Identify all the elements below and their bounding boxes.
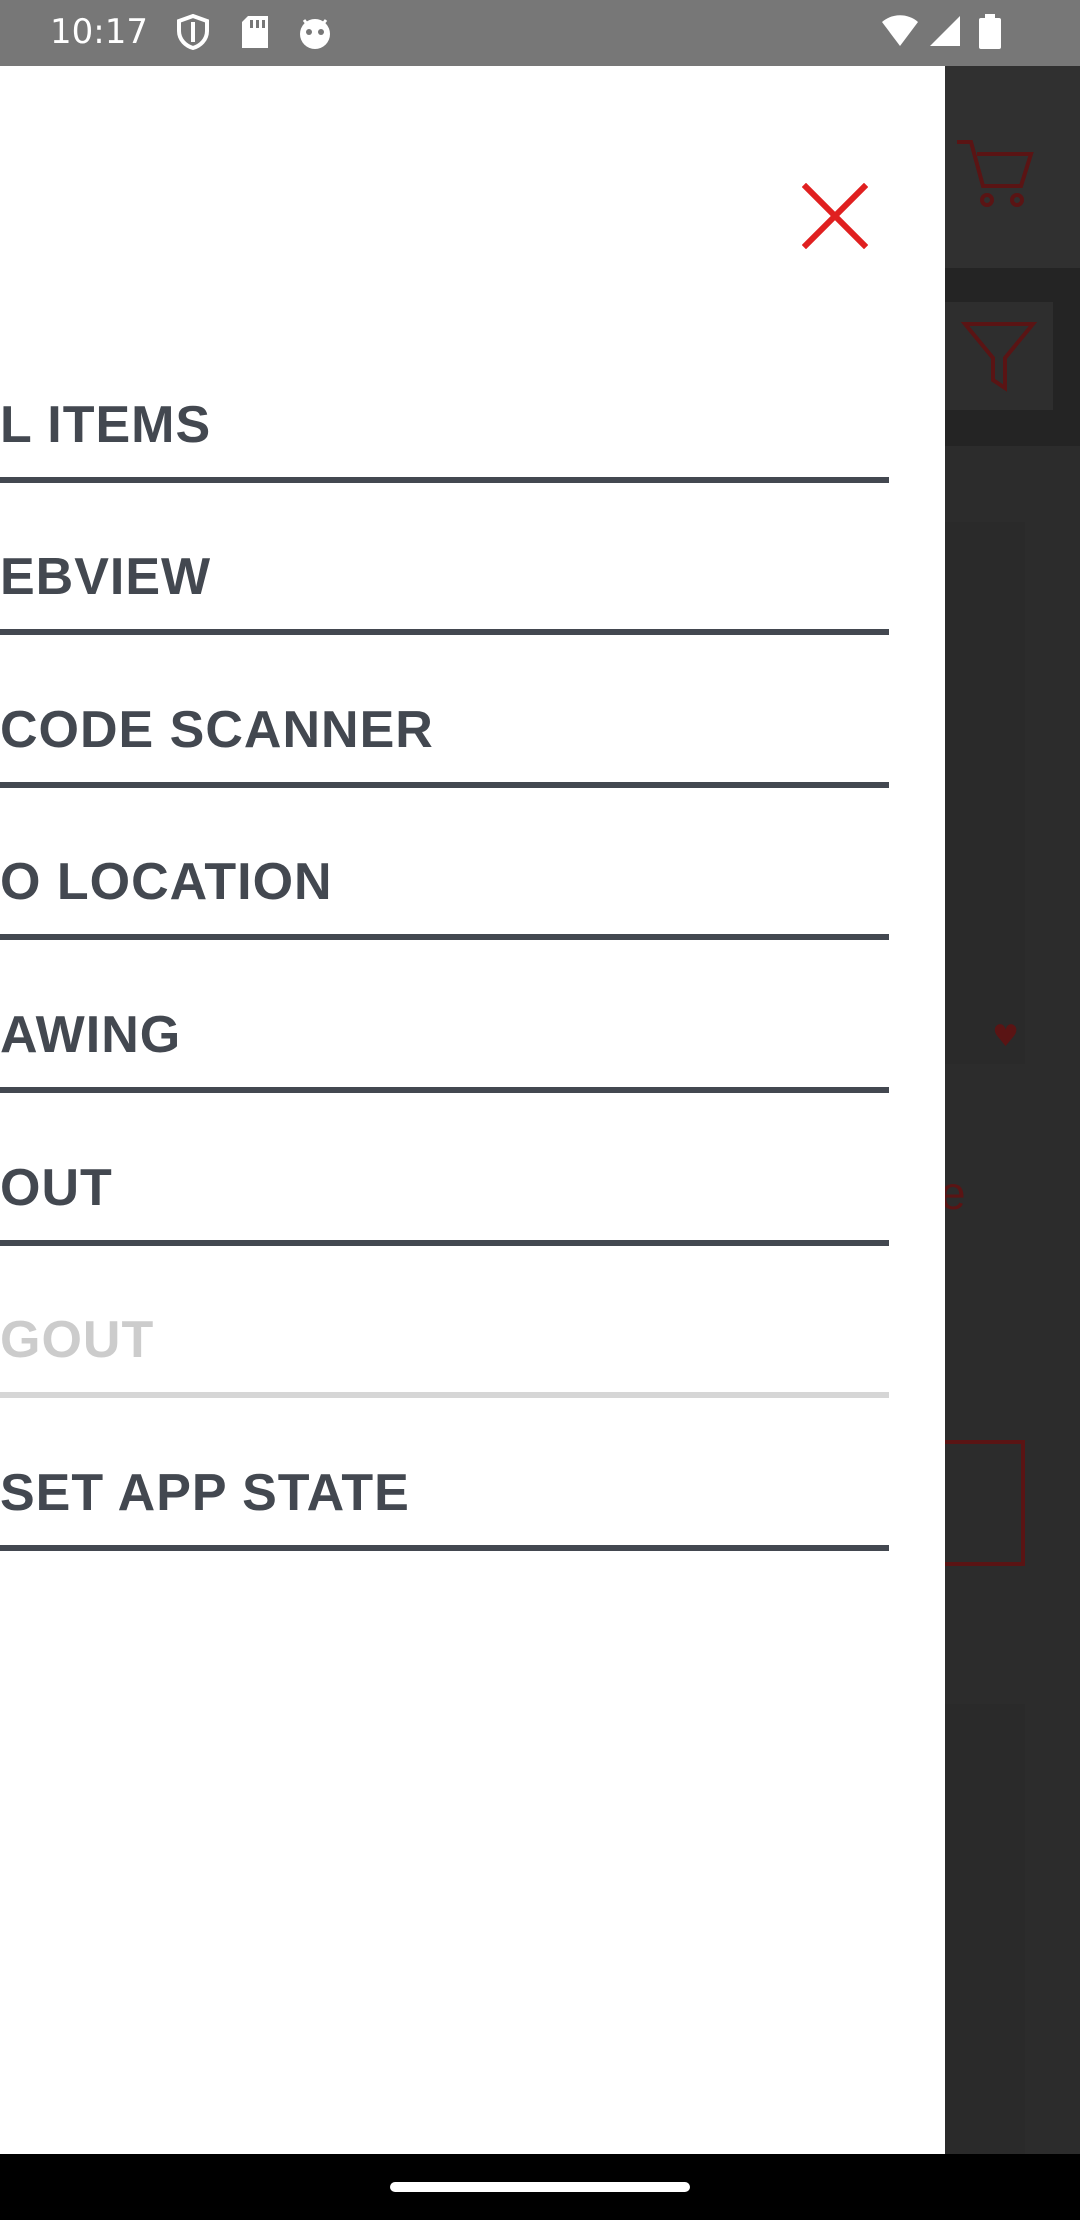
wifi-icon	[882, 15, 918, 46]
menu-item-all-items[interactable]: L ITEMS	[0, 330, 889, 483]
menu-item-label: AWING	[0, 1005, 182, 1064]
menu-item-reset-app-state[interactable]: SET APP STATE	[0, 1398, 889, 1551]
product-image: ♥	[945, 522, 1025, 1064]
menu-item-label: GOUT	[0, 1311, 155, 1370]
close-icon	[802, 183, 868, 249]
home-gesture-handle[interactable]	[390, 2182, 690, 2192]
sd-card-icon	[242, 16, 268, 48]
menu-item-label: CODE SCANNER	[0, 700, 434, 759]
battery-icon	[979, 14, 1001, 49]
filter-button[interactable]	[945, 302, 1053, 410]
navigation-bar	[0, 2154, 1080, 2220]
menu-item-label: L ITEMS	[0, 395, 212, 454]
close-button[interactable]	[795, 176, 875, 256]
menu-item-geo-location[interactable]: O LOCATION	[0, 788, 889, 941]
shield-icon	[177, 14, 209, 50]
status-bar: 10:17	[0, 0, 1080, 66]
heart-icon: ♥	[992, 1019, 1019, 1054]
menu-item-label: O LOCATION	[0, 853, 333, 912]
screen: 10:17 ♥ e L ITEMS EBVIEW CODE SCANNER O …	[0, 0, 1080, 2220]
menu-list: L ITEMS EBVIEW CODE SCANNER O LOCATION A…	[0, 330, 889, 1551]
menu-item-label: EBVIEW	[0, 548, 212, 607]
cart-icon[interactable]	[955, 132, 1035, 212]
menu-item-qr-code-scanner[interactable]: CODE SCANNER	[0, 635, 889, 788]
menu-item-webview[interactable]: EBVIEW	[0, 483, 889, 636]
filter-icon	[961, 322, 1037, 392]
menu-item-label: OUT	[0, 1158, 113, 1217]
menu-item-about[interactable]: OUT	[0, 1093, 889, 1246]
status-time: 10:17	[50, 12, 148, 52]
navigation-drawer: L ITEMS EBVIEW CODE SCANNER O LOCATION A…	[0, 66, 945, 2154]
menu-item-label: SET APP STATE	[0, 1463, 410, 1522]
menu-item-drawing[interactable]: AWING	[0, 940, 889, 1093]
android-debug-icon	[300, 19, 330, 49]
signal-icon	[930, 16, 960, 46]
menu-item-logout[interactable]: GOUT	[0, 1246, 889, 1399]
product-image-2	[945, 1704, 1025, 2220]
